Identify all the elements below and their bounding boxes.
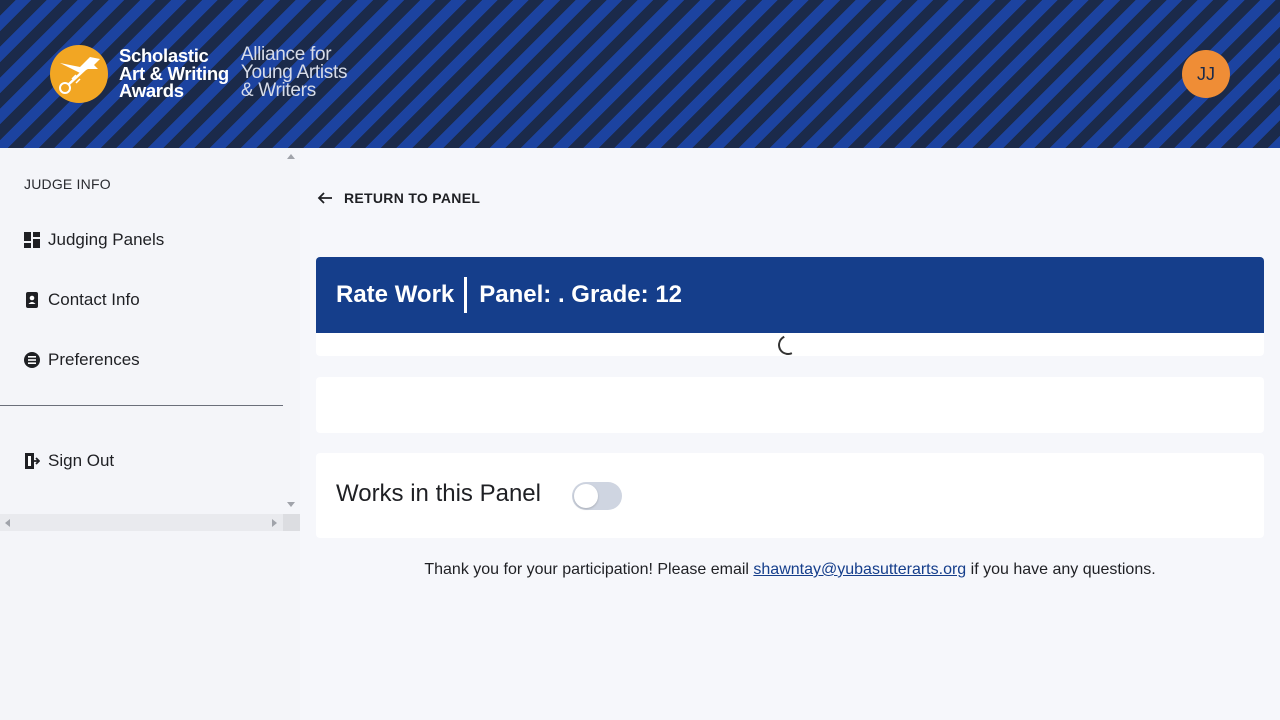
return-to-panel-link[interactable]: RETURN TO PANEL	[316, 189, 480, 207]
note-text-before: Thank you for your participation! Please…	[424, 561, 754, 578]
sidebar-item-judging-panels[interactable]: Judging Panels	[24, 230, 164, 250]
scholastic-logo[interactable]: Scholastic Art & Writing Awards Alliance…	[50, 45, 347, 103]
sidebar-vertical-scrollbar[interactable]	[283, 148, 300, 514]
scroll-left-arrow-icon[interactable]	[5, 519, 10, 527]
scroll-down-arrow-icon[interactable]	[287, 502, 295, 507]
sidebar: JUDGE INFO Judging Panels Contact Info P…	[0, 148, 300, 720]
works-panel-title: Works in this Panel	[336, 480, 541, 507]
header-divider	[464, 277, 468, 313]
main-content: RETURN TO PANEL Rate Work Panel: . Grade…	[300, 148, 1280, 720]
sidebar-item-contact-info[interactable]: Contact Info	[24, 290, 140, 310]
scrollbar-corner	[283, 514, 300, 531]
sign-out-label: Sign Out	[48, 451, 115, 470]
contact-card-icon	[24, 292, 40, 308]
logo-sub-line: & Writers	[240, 80, 316, 101]
logo-subtitle: Alliance for Young Artists & Writers	[240, 45, 348, 101]
works-panel-toggle[interactable]	[572, 482, 622, 510]
user-avatar[interactable]: JJ	[1182, 50, 1230, 98]
sidebar-item-label: Preferences	[48, 350, 140, 369]
participation-note: Thank you for your participation! Please…	[300, 561, 1280, 579]
sidebar-heading: JUDGE INFO	[24, 176, 111, 192]
empty-content-card	[316, 377, 1264, 433]
dashboard-icon	[24, 232, 40, 248]
rate-work-card: Rate Work Panel: . Grade: 12	[316, 257, 1264, 358]
sidebar-item-preferences[interactable]: Preferences	[24, 350, 140, 370]
preferences-icon	[24, 352, 40, 368]
toggle-knob	[574, 484, 598, 508]
site-header: Scholastic Art & Writing Awards Alliance…	[0, 0, 1280, 148]
contact-email-link[interactable]: shawntay@yubasutterarts.org	[753, 561, 966, 578]
arrow-left-icon	[316, 189, 334, 207]
loading-spinner-icon	[775, 332, 801, 358]
sidebar-item-label: Contact Info	[48, 290, 140, 309]
sidebar-item-label: Judging Panels	[48, 230, 165, 249]
sidebar-horizontal-scrollbar[interactable]	[0, 514, 283, 531]
note-text-after: if you have any questions.	[966, 561, 1156, 578]
logo-line: Awards	[119, 80, 184, 101]
sign-out-icon	[24, 453, 40, 469]
logo-emblem-icon	[50, 45, 108, 103]
sidebar-nav: JUDGE INFO Judging Panels Contact Info P…	[0, 148, 283, 514]
rate-work-header: Rate Work Panel: . Grade: 12	[316, 257, 1264, 333]
sign-out-button[interactable]: Sign Out	[24, 451, 114, 471]
panel-info: Panel: . Grade: 12	[479, 281, 683, 308]
rate-work-title: Rate Work	[336, 281, 455, 308]
scroll-right-arrow-icon[interactable]	[272, 519, 277, 527]
logo-title: Scholastic Art & Writing Awards	[119, 47, 229, 100]
sidebar-divider	[0, 405, 283, 406]
scroll-up-arrow-icon[interactable]	[287, 154, 295, 159]
return-to-panel-label: RETURN TO PANEL	[344, 190, 481, 206]
logo-line: Scholastic	[119, 45, 209, 66]
works-panel-card: Works in this Panel	[316, 453, 1264, 538]
